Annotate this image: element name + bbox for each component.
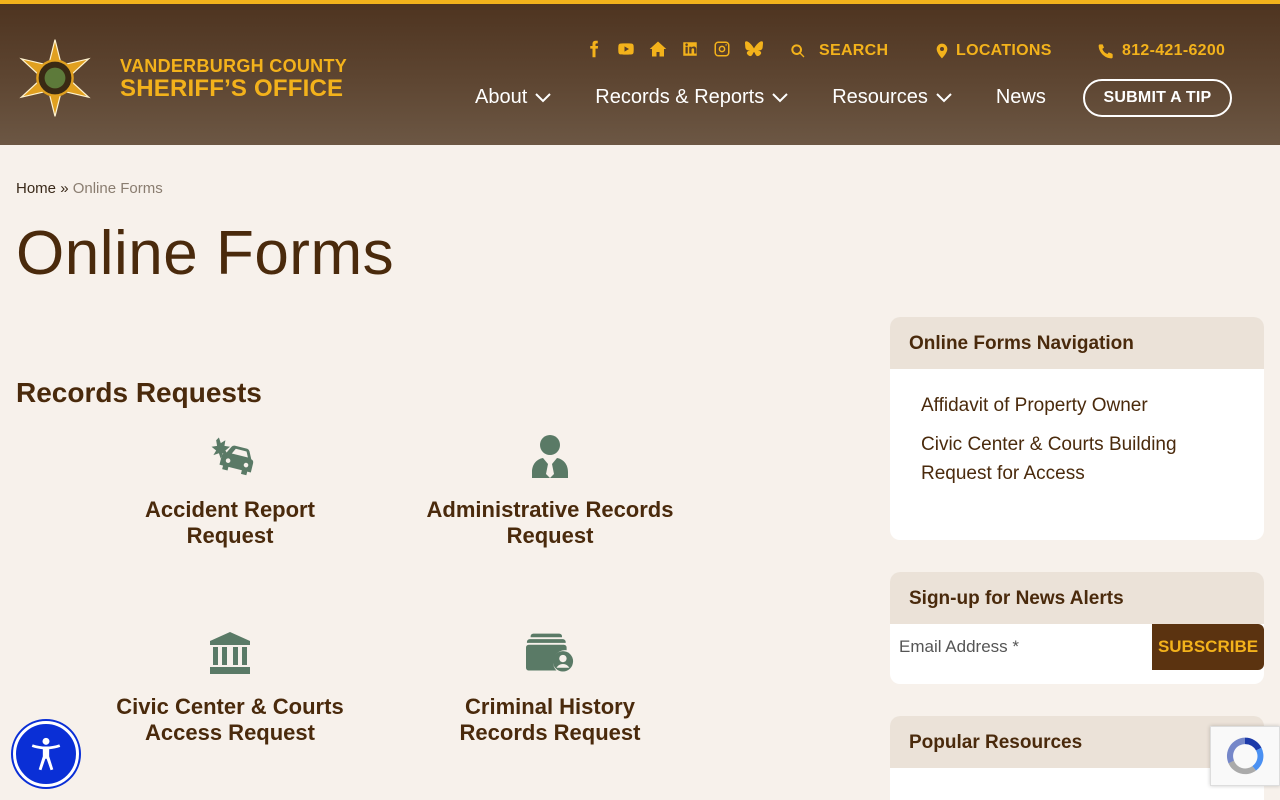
locations-link[interactable]: LOCATIONS bbox=[934, 42, 1052, 60]
nav-records-label: Records & Reports bbox=[595, 86, 765, 108]
chevron-down-icon bbox=[936, 92, 952, 102]
breadcrumb-current: Online Forms bbox=[72, 180, 163, 197]
panel-heading: Sign-up for News Alerts bbox=[890, 572, 1264, 624]
breadcrumb-home[interactable]: Home bbox=[16, 180, 56, 197]
page-title: Online Forms bbox=[16, 219, 395, 288]
panel-heading: Popular Resources bbox=[890, 716, 1264, 768]
nav-records-reports[interactable]: Records & Reports bbox=[595, 86, 788, 109]
subscribe-button[interactable]: SUBSCRIBE bbox=[1152, 624, 1264, 670]
brand-line1: VANDERBURGH COUNTY bbox=[120, 56, 348, 76]
nav-news[interactable]: News bbox=[996, 86, 1046, 109]
locations-label: LOCATIONS bbox=[956, 42, 1052, 59]
phone-number: 812-421-6200 bbox=[1122, 42, 1226, 59]
recaptcha-badge[interactable] bbox=[1210, 726, 1280, 786]
accessibility-button[interactable] bbox=[13, 721, 79, 787]
chevron-down-icon bbox=[535, 92, 551, 102]
facebook-icon[interactable] bbox=[584, 39, 604, 59]
section-title: Records Requests bbox=[16, 377, 262, 408]
instagram-icon[interactable] bbox=[712, 39, 732, 59]
courthouse-icon bbox=[210, 632, 250, 674]
car-crash-icon bbox=[211, 437, 254, 476]
phone-icon bbox=[1098, 44, 1113, 59]
youtube-icon[interactable] bbox=[616, 39, 636, 59]
breadcrumb-separator: » bbox=[60, 180, 69, 197]
nav-about-label: About bbox=[475, 86, 528, 108]
brand-title[interactable]: VANDERBURGH COUNTY SHERIFF’S OFFICE bbox=[120, 56, 347, 102]
link-affidavit-property-owner[interactable]: Affidavit of Property Owner bbox=[921, 391, 1233, 420]
phone-link[interactable]: 812-421-6200 bbox=[1098, 42, 1225, 60]
nav-resources-label: Resources bbox=[832, 86, 928, 108]
social-links bbox=[584, 39, 764, 59]
card-criminal-history[interactable]: Criminal History Records Request bbox=[420, 630, 680, 746]
nav-news-label: News bbox=[995, 86, 1046, 108]
linkedin-icon[interactable] bbox=[680, 39, 700, 59]
email-field[interactable]: Email Address * bbox=[890, 624, 1152, 670]
records-user-icon bbox=[526, 633, 574, 672]
site-header: VANDERBURGH COUNTY SHERIFF’S OFFICE SEAR… bbox=[0, 0, 1280, 145]
submit-tip-button[interactable]: SUBMIT A TIP bbox=[1083, 79, 1232, 117]
bluesky-icon[interactable] bbox=[744, 39, 764, 59]
popular-resources-panel: Popular Resources bbox=[890, 716, 1264, 800]
card-label: Criminal History Records Request bbox=[459, 694, 641, 745]
card-label: Civic Center & Courts Access Request bbox=[116, 694, 344, 745]
card-accident-report[interactable]: Accident Report Request bbox=[100, 433, 360, 549]
brand-line2: SHERIFF’S OFFICE bbox=[120, 75, 344, 102]
forms-navigation-panel: Online Forms Navigation Affidavit of Pro… bbox=[890, 317, 1264, 540]
link-civic-center-access[interactable]: Civic Center & Courts Building Request f… bbox=[921, 430, 1233, 488]
recaptcha-icon bbox=[1226, 737, 1264, 775]
accessibility-icon bbox=[31, 737, 61, 771]
map-pin-icon bbox=[936, 43, 948, 59]
panel-heading: Online Forms Navigation bbox=[890, 317, 1264, 369]
nav-about[interactable]: About bbox=[475, 86, 551, 109]
search-label: SEARCH bbox=[819, 42, 889, 59]
breadcrumb: Home » Online Forms bbox=[16, 180, 163, 197]
search-icon bbox=[791, 44, 805, 58]
main-nav: About Records & Reports Resources News bbox=[475, 86, 1090, 109]
user-tie-icon bbox=[532, 435, 568, 478]
sheriff-star-logo[interactable] bbox=[14, 38, 96, 118]
news-alerts-panel: Sign-up for News Alerts Email Address * … bbox=[890, 572, 1264, 684]
card-administrative-records[interactable]: Administrative Records Request bbox=[420, 433, 680, 549]
card-civic-center-access[interactable]: Civic Center & Courts Access Request bbox=[100, 630, 360, 746]
chevron-down-icon bbox=[772, 92, 788, 102]
search-link[interactable]: SEARCH bbox=[790, 42, 888, 60]
card-label: Administrative Records Request bbox=[426, 497, 674, 548]
nav-resources[interactable]: Resources bbox=[832, 86, 952, 109]
card-label: Accident Report Request bbox=[145, 497, 315, 548]
home-icon[interactable] bbox=[648, 39, 668, 59]
